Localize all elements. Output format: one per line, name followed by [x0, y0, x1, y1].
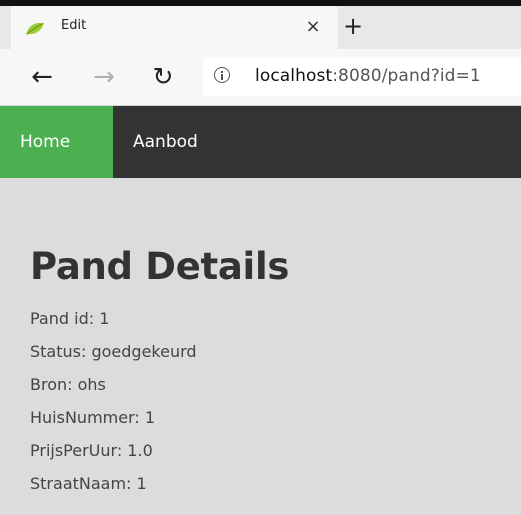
page-title: Pand Details — [30, 244, 290, 288]
reload-icon[interactable]: ↻ — [148, 64, 178, 94]
browser-chrome: Edit × + ← → ↻ localhost:8080/pand?id=1 — [0, 0, 521, 106]
tab-strip: Edit × + — [0, 6, 521, 49]
address-bar[interactable]: localhost:8080/pand?id=1 — [203, 58, 521, 96]
detail-prijs-per-uur: PrijsPerUur: 1.0 — [30, 441, 153, 460]
url-host: localhost — [255, 66, 333, 86]
nav-link-home[interactable]: Home — [0, 106, 113, 178]
detail-bron: Bron: ohs — [30, 375, 106, 394]
browser-toolbar: ← → ↻ localhost:8080/pand?id=1 — [0, 49, 521, 106]
back-arrow-icon[interactable]: ← — [27, 64, 57, 94]
forward-arrow-icon[interactable]: → — [89, 64, 119, 94]
info-icon[interactable] — [214, 67, 230, 83]
new-tab-button[interactable]: + — [340, 14, 366, 40]
detail-list: Pand id: 1 Status: goedgekeurd Bron: ohs… — [30, 309, 197, 507]
close-icon[interactable]: × — [302, 16, 324, 38]
detail-huisnummer: HuisNummer: 1 — [30, 408, 156, 427]
detail-pand-id: Pand id: 1 — [30, 309, 110, 328]
url-path: :8080/pand?id=1 — [332, 66, 481, 86]
detail-straatnaam: StraatNaam: 1 — [30, 474, 147, 493]
detail-status: Status: goedgekeurd — [30, 342, 197, 361]
leaf-icon — [25, 21, 45, 35]
url-text[interactable]: localhost:8080/pand?id=1 — [255, 66, 481, 86]
browser-tab[interactable]: Edit × — [11, 6, 338, 49]
site-navbar: Home Aanbod — [0, 106, 521, 178]
nav-link-aanbod[interactable]: Aanbod — [133, 106, 198, 178]
tab-title: Edit — [61, 18, 87, 33]
